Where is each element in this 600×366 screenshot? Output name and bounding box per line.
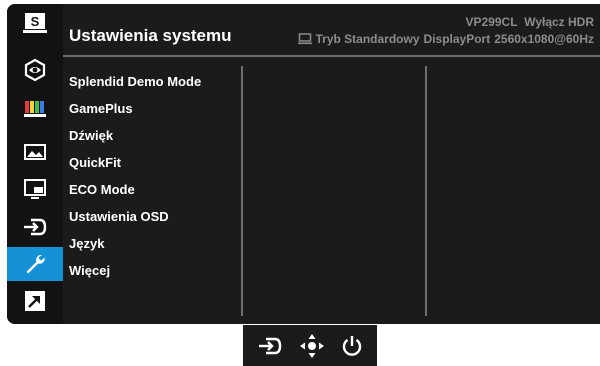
- column-divider: [425, 66, 427, 316]
- splendid-s-icon: S: [23, 13, 47, 33]
- input-select-icon[interactable]: [257, 336, 283, 356]
- resolution-text: 2560x1080@60Hz: [494, 32, 594, 46]
- model-name: VP299CL: [465, 15, 518, 29]
- sidebar-item-system[interactable]: [7, 247, 63, 281]
- eye-icon: [24, 58, 46, 82]
- pip-icon: [24, 179, 46, 199]
- settings-menu: Splendid Demo Mode GamePlus Dźwięk Quick…: [69, 72, 241, 288]
- shortcut-arrow-icon: [25, 291, 45, 311]
- status-line: Tryb Standardowy DisplayPort 2560x1080@6…: [297, 32, 594, 46]
- sidebar-item-blue-light[interactable]: [7, 53, 63, 87]
- sidebar-item-pip[interactable]: [7, 172, 63, 206]
- column-divider: [241, 66, 243, 316]
- image-icon: [24, 144, 46, 160]
- menu-item-quickfit[interactable]: QuickFit: [69, 153, 241, 180]
- input-select-icon: [24, 218, 47, 236]
- color-bars-icon: [24, 101, 46, 117]
- status-model-hdr: VP299CL Wyłącz HDR: [466, 15, 595, 29]
- sidebar-item-splendid[interactable]: S: [7, 6, 63, 40]
- navigation-joystick-icon[interactable]: [299, 333, 325, 359]
- menu-item-eco-mode[interactable]: ECO Mode: [69, 180, 241, 207]
- menu-item-language[interactable]: Język: [69, 234, 241, 261]
- wrench-icon: [26, 254, 45, 274]
- sidebar-item-color[interactable]: [7, 91, 63, 125]
- sidebar: S: [7, 4, 63, 324]
- mode-text: Tryb Standardowy: [315, 32, 420, 46]
- header-divider: [63, 55, 600, 57]
- sidebar-item-input[interactable]: [7, 210, 63, 244]
- key-guide: [243, 325, 377, 366]
- menu-item-splendid-demo[interactable]: Splendid Demo Mode: [69, 72, 241, 99]
- hdr-status: Wyłącz HDR: [524, 15, 594, 29]
- page-title: Ustawienia systemu: [69, 26, 232, 45]
- sidebar-item-image[interactable]: [7, 135, 63, 169]
- menu-item-gameplus[interactable]: GamePlus: [69, 99, 241, 126]
- menu-item-more[interactable]: Więcej: [69, 261, 241, 288]
- menu-item-sound[interactable]: Dźwięk: [69, 126, 241, 153]
- menu-item-osd-settings[interactable]: Ustawienia OSD: [69, 207, 241, 234]
- monitor-icon: [297, 33, 312, 45]
- power-icon[interactable]: [341, 334, 363, 358]
- sidebar-item-shortcut[interactable]: [7, 284, 63, 318]
- osd-panel: S Ustawienia systemu VP299CL Wyłącz HDR …: [7, 4, 600, 324]
- svg-text:S: S: [31, 14, 40, 29]
- input-text: DisplayPort: [423, 32, 491, 46]
